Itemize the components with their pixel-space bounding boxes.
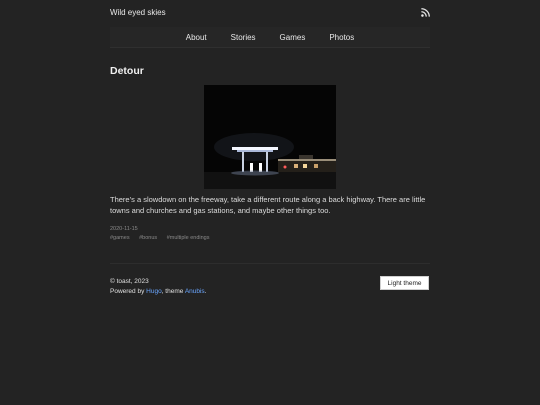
post-body: There’s a slowdown on the freeway, take … [110, 195, 426, 215]
tag-games[interactable]: #games [110, 235, 130, 241]
powered-prefix: Powered by [110, 288, 147, 295]
footer-period: . [204, 288, 207, 295]
nav-about[interactable]: About [174, 33, 219, 42]
nav-photos[interactable]: Photos [317, 33, 366, 42]
tag-multiple-endings[interactable]: #multiple endings [167, 235, 210, 241]
post-date: 2020-11-15 [110, 226, 138, 232]
tag-bonus[interactable]: #bonus [139, 235, 157, 241]
nav-games[interactable]: Games [268, 33, 318, 42]
main-nav: About Stories Games Photos [110, 27, 430, 48]
nav-stories[interactable]: Stories [219, 33, 268, 42]
post-photo [204, 85, 336, 189]
site-title[interactable]: Wild eyed skies [110, 8, 166, 17]
footer-copyright: © toast, 2023 [110, 278, 149, 285]
hugo-link[interactable]: Hugo [146, 288, 162, 295]
theme-mid: , theme [161, 288, 185, 295]
light-theme-button[interactable]: Light theme [380, 276, 429, 290]
post-tags: #games #bonus #multiple endings [110, 235, 218, 241]
footer-divider [110, 263, 430, 264]
anubis-link[interactable]: Anubis [185, 288, 205, 295]
post-title[interactable]: Detour [110, 65, 144, 77]
footer-powered: Powered by Hugo, theme Anubis. [110, 288, 207, 295]
rss-icon[interactable] [421, 8, 430, 17]
page: Wild eyed skies About Stories Games Phot… [0, 0, 540, 405]
